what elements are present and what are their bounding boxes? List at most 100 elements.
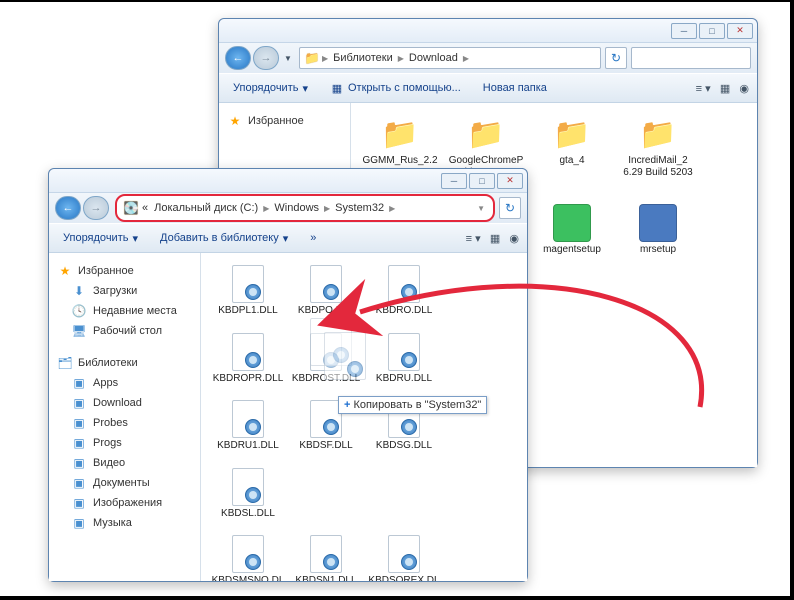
tooltip-text: Копировать в "System32" <box>353 399 481 411</box>
library-icon: ▣ <box>71 515 87 531</box>
sidebar-item[interactable]: ▣Progs <box>49 433 200 453</box>
file-pane[interactable]: KBDPL1.DLL KBDPO.DLL KBDRO.DLL KBDROPR.DLL K… <box>201 253 527 581</box>
library-icon: ▣ <box>71 435 87 451</box>
nav-icon: ⬇ <box>71 283 87 299</box>
breadcrumb-item[interactable]: Download <box>406 52 461 64</box>
file-label: KBDPO.DLL <box>298 305 354 317</box>
file-icon: 📁 <box>379 113 421 155</box>
file-label: mrsetup <box>640 244 676 256</box>
file-label: GGMM_Rus_2.2 <box>362 155 437 167</box>
file-item[interactable]: 📁IncrediMail_2 6.29 Build 5203 <box>617 111 699 192</box>
maximize-button[interactable]: □ <box>469 173 495 189</box>
refresh-button[interactable]: ↻ <box>605 47 627 69</box>
back-button[interactable]: ← <box>55 196 81 220</box>
sidebar-item[interactable]: ▣Изображения <box>49 493 200 513</box>
file-label: gta_4 <box>559 155 584 167</box>
sidebar-item[interactable]: ⬇Загрузки <box>49 281 200 301</box>
file-item[interactable]: KBDPL1.DLL <box>209 261 287 319</box>
dll-icon <box>227 331 269 373</box>
history-dropdown[interactable]: ▼ <box>281 46 295 70</box>
dll-icon <box>305 533 347 575</box>
close-button[interactable]: ✕ <box>497 173 523 189</box>
search-input[interactable] <box>631 47 751 69</box>
file-label: KBDRU.DLL <box>376 373 432 385</box>
back-button[interactable]: ← <box>225 46 251 70</box>
file-item[interactable]: KBDRU1.DLL <box>209 396 287 454</box>
new-folder-button[interactable]: Новая папка <box>477 79 553 97</box>
file-label: KBDSL.DLL <box>221 508 275 520</box>
breadcrumb-item[interactable]: Библиотеки <box>330 52 396 64</box>
address-bar[interactable]: 💽 « Локальный диск (C:) ▶ Windows ▶ Syst… <box>115 194 495 222</box>
favorites-head[interactable]: ★Избранное <box>49 261 200 281</box>
chevron-right-icon: ▶ <box>387 204 397 213</box>
minimize-button[interactable]: ─ <box>671 23 697 39</box>
file-item[interactable]: KBDPO.DLL <box>287 261 365 319</box>
sidebar-item[interactable]: ▣Apps <box>49 373 200 393</box>
file-item[interactable]: magentsetup <box>531 200 613 269</box>
file-item[interactable]: 📁gta_4 <box>531 111 613 192</box>
sidebar-item[interactable]: ▣Probes <box>49 413 200 433</box>
chevron-right-icon: ▶ <box>396 54 406 63</box>
file-item[interactable]: KBDSN1.DLL <box>287 531 365 581</box>
file-item[interactable]: KBDSMSNO.DLL <box>209 531 287 581</box>
file-label: KBDSF.DLL <box>299 440 352 452</box>
view-controls[interactable]: ≡ ▾ ▦ ◉ <box>696 82 749 95</box>
dll-icon <box>383 331 425 373</box>
nav-icon: 🖥 <box>71 323 87 339</box>
maximize-button[interactable]: □ <box>699 23 725 39</box>
forward-button[interactable]: → <box>253 46 279 70</box>
organize-button[interactable]: Упорядочить ▾ <box>227 79 314 98</box>
sidebar: ★Избранное ⬇Загрузки🕓Недавние места🖥Рабо… <box>49 253 201 581</box>
sidebar-item[interactable]: ▣Download <box>49 393 200 413</box>
breadcrumb-item[interactable]: Windows <box>271 202 322 214</box>
breadcrumb-chevrons[interactable]: « <box>139 202 151 214</box>
more-button[interactable]: » <box>304 229 322 247</box>
dropdown-icon[interactable]: ▼ <box>475 204 487 213</box>
address-bar[interactable]: 📁 ▶ Библиотеки ▶ Download ▶ <box>299 47 601 69</box>
refresh-button[interactable]: ↻ <box>499 197 521 219</box>
dll-icon <box>227 263 269 305</box>
sidebar-item[interactable]: ▣Документы <box>49 473 200 493</box>
open-icon: ▦ <box>330 81 344 95</box>
dll-icon <box>227 466 269 508</box>
dll-icon <box>227 533 269 575</box>
file-item[interactable] <box>287 464 365 522</box>
file-item[interactable]: KBDSL.DLL <box>209 464 287 522</box>
file-item[interactable]: mrsetup <box>617 200 699 269</box>
library-icon: ▣ <box>71 375 87 391</box>
file-item[interactable]: KBDRO.DLL <box>365 261 443 319</box>
favorites-head[interactable]: ★Избранное <box>219 111 350 131</box>
organize-button[interactable]: Упорядочить ▾ <box>57 229 144 248</box>
sidebar-item[interactable]: ▣Музыка <box>49 513 200 533</box>
sidebar-item[interactable]: 🖥Рабочий стол <box>49 321 200 341</box>
sidebar-item[interactable]: 🕓Недавние места <box>49 301 200 321</box>
chevron-right-icon: ▶ <box>322 204 332 213</box>
folder-icon: 📁 <box>304 50 320 66</box>
close-button[interactable]: ✕ <box>727 23 753 39</box>
file-label: KBDSOREX.DLL <box>367 575 441 581</box>
add-to-library-button[interactable]: Добавить в библиотеку ▾ <box>154 229 294 248</box>
file-icon: 📁 <box>551 113 593 155</box>
file-label: IncrediMail_2 6.29 Build 5203 <box>619 155 697 178</box>
library-icon: ▣ <box>71 455 87 471</box>
file-item[interactable] <box>365 464 443 522</box>
file-label: KBDRO.DLL <box>376 305 433 317</box>
open-with-button[interactable]: ▦Открыть с помощью... <box>324 78 467 98</box>
toolbar: Упорядочить ▾ Добавить в библиотеку ▾ » … <box>49 223 527 253</box>
library-icon: 🗂 <box>57 355 73 371</box>
forward-button[interactable]: → <box>83 196 109 220</box>
breadcrumb-item[interactable]: System32 <box>332 202 387 214</box>
file-label: KBDROPR.DLL <box>213 373 284 385</box>
view-controls[interactable]: ≡ ▾ ▦ ◉ <box>466 232 519 245</box>
titlebar: ─ □ ✕ <box>219 19 757 43</box>
file-item[interactable]: KBDSOREX.DLL <box>365 531 443 581</box>
sidebar-item[interactable]: ▣Видео <box>49 453 200 473</box>
minimize-button[interactable]: ─ <box>441 173 467 189</box>
chevron-right-icon: ▶ <box>461 54 471 63</box>
libraries-head[interactable]: 🗂Библиотеки <box>49 353 200 373</box>
nav-bar: ← → 💽 « Локальный диск (C:) ▶ Windows ▶ … <box>49 193 527 223</box>
breadcrumb-item[interactable]: Локальный диск (C:) <box>151 202 261 214</box>
star-icon: ★ <box>57 263 73 279</box>
content-area: ★Избранное ⬇Загрузки🕓Недавние места🖥Рабо… <box>49 253 527 581</box>
file-item[interactable]: KBDROPR.DLL <box>209 329 287 387</box>
